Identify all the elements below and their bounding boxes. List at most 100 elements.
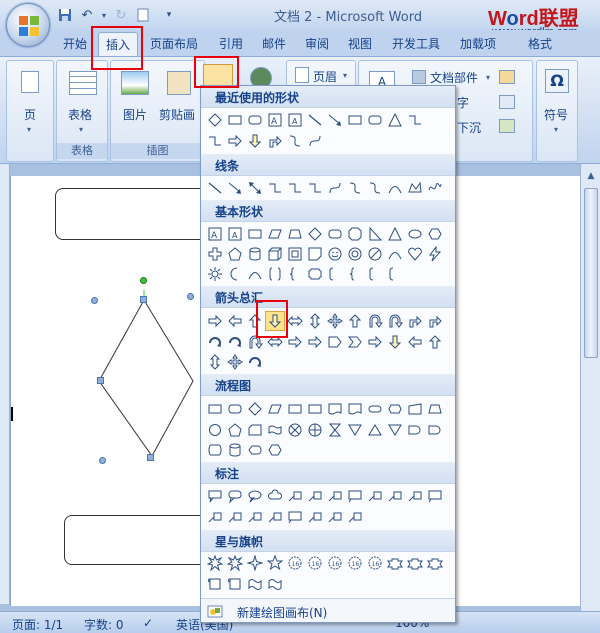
shape-vtext-icon[interactable]: A (285, 110, 305, 130)
shape-cloud-icon[interactable] (265, 486, 285, 506)
shape-scurve-icon[interactable] (365, 178, 385, 198)
shape-burst-icon[interactable] (205, 553, 225, 573)
office-button[interactable] (6, 3, 50, 47)
shape-rrect-icon[interactable] (365, 110, 385, 130)
shape-bent-icon[interactable] (265, 131, 285, 151)
shape-vtext-icon[interactable]: A (225, 224, 245, 244)
shape-term-icon[interactable] (365, 399, 385, 419)
shape-bracket-icon[interactable] (365, 264, 385, 284)
shape-scurve-icon[interactable] (345, 178, 365, 198)
shape-arrLR-icon[interactable] (265, 332, 285, 352)
shape-lcallout-icon[interactable] (285, 486, 305, 506)
proofing-icon[interactable]: ✓ (143, 616, 153, 630)
shape-scurve-icon[interactable] (285, 131, 305, 151)
shape-line-icon[interactable] (205, 178, 225, 198)
shape-arrD-icon[interactable] (245, 131, 265, 151)
shape-rrect-icon[interactable] (225, 399, 245, 419)
shape-arrD-icon[interactable] (385, 332, 405, 352)
shape-qcallout-icon[interactable] (345, 486, 365, 506)
header-button-label[interactable]: 页眉 (313, 68, 337, 85)
undo-dropdown-icon[interactable]: ▾ (100, 6, 108, 24)
status-words[interactable]: 字数: 0 (84, 616, 124, 633)
shape-delay-icon[interactable] (405, 420, 425, 440)
tab-view[interactable]: 视图 (348, 35, 372, 52)
shape-ribbon-icon[interactable] (405, 553, 425, 573)
shape-lcallout-icon[interactable] (225, 507, 245, 527)
shape-dbracket-icon[interactable] (265, 264, 285, 284)
shape-scribble-icon[interactable] (425, 178, 445, 198)
tab-home[interactable]: 开始 (63, 35, 87, 52)
shape-extract-icon[interactable] (365, 420, 385, 440)
shape-rrect-icon[interactable] (245, 110, 265, 130)
shape-seal-icon[interactable]: 16 (345, 553, 365, 573)
shape-brace-icon[interactable] (345, 264, 365, 284)
shape-arrR-icon[interactable] (205, 311, 225, 331)
shapes-button[interactable] (203, 64, 233, 86)
shape-cyl-icon[interactable] (245, 244, 265, 264)
shape-merge-icon[interactable] (385, 420, 405, 440)
shape-uturn-icon[interactable] (365, 311, 385, 331)
shape-pentArr-icon[interactable] (325, 332, 345, 352)
shape-lcallout-icon[interactable] (345, 507, 365, 527)
new-drawing-canvas-item[interactable]: 新建绘图画布(N) (201, 598, 455, 622)
shape-curve-icon[interactable] (305, 131, 325, 151)
quickparts-button-label[interactable]: 文档部件 (430, 69, 478, 86)
shape-heart-icon[interactable] (405, 244, 425, 264)
vertical-scrollbar[interactable]: ▲ (580, 164, 600, 611)
shape-hex-icon[interactable] (425, 224, 445, 244)
shape-moon-icon[interactable] (225, 264, 245, 284)
shape-cube-icon[interactable] (265, 244, 285, 264)
shape-lcallout-icon[interactable] (325, 486, 345, 506)
shape-elbow-icon[interactable] (285, 178, 305, 198)
shape-rcallout-icon[interactable] (225, 486, 245, 506)
shape-callout-icon[interactable] (205, 486, 225, 506)
shape-seal-icon[interactable]: 16 (325, 553, 345, 573)
tab-insert[interactable]: 插入 (98, 32, 139, 56)
shape-arc-icon[interactable] (385, 244, 405, 264)
shape-diamond-icon[interactable] (245, 399, 265, 419)
shape-scroll-icon[interactable] (225, 574, 245, 594)
chevron-down-icon[interactable]: ▾ (343, 71, 347, 80)
shape-seal-icon[interactable]: 16 (365, 553, 385, 573)
chevron-down-icon[interactable]: ▾ (79, 125, 83, 134)
shape-arrR-icon[interactable] (365, 332, 385, 352)
shape-arrR-icon[interactable] (225, 131, 245, 151)
shape-arrR-icon[interactable] (285, 332, 305, 352)
redo-icon[interactable]: ↻ (112, 6, 130, 24)
shape-textbox-icon[interactable]: A (265, 110, 285, 130)
shape-oct-icon[interactable] (345, 224, 365, 244)
shape-oval-icon[interactable] (405, 224, 425, 244)
shape-merge-icon[interactable] (345, 420, 365, 440)
shape-para-icon[interactable] (265, 399, 285, 419)
shape-bent-icon[interactable] (405, 311, 425, 331)
chevron-down-icon[interactable]: ▾ (486, 73, 490, 82)
shape-arrU-icon[interactable] (425, 332, 445, 352)
shape-frame-icon[interactable] (285, 244, 305, 264)
shape-free-icon[interactable] (405, 178, 425, 198)
resize-handle-left[interactable] (97, 377, 104, 384)
shape-arrL-icon[interactable] (405, 332, 425, 352)
chevron-down-icon[interactable]: ▾ (554, 125, 558, 134)
shape-lcallout-icon[interactable] (305, 486, 325, 506)
diamond-shape[interactable] (93, 286, 203, 456)
tab-review[interactable]: 审阅 (305, 35, 329, 52)
shape-lcallout-icon[interactable] (405, 486, 425, 506)
shape-lcallout-icon[interactable] (205, 507, 225, 527)
shape-rect-icon[interactable] (225, 110, 245, 130)
shape-doc-icon[interactable] (345, 399, 365, 419)
shape-cyl-icon[interactable] (225, 440, 245, 460)
rotation-handle[interactable] (140, 277, 147, 284)
shape-para-icon[interactable] (265, 224, 285, 244)
shape-lcallout-icon[interactable] (365, 486, 385, 506)
shape-lcallout-icon[interactable] (265, 507, 285, 527)
shape-ribbon-icon[interactable] (385, 553, 405, 573)
shape-trap-icon[interactable] (285, 224, 305, 244)
shape-lcallout-icon[interactable] (305, 507, 325, 527)
shape-disk-icon[interactable] (205, 440, 225, 460)
shape-arrUD-icon[interactable] (305, 311, 325, 331)
shape-elbow-icon[interactable] (205, 131, 225, 151)
shape-arrUD-icon[interactable] (205, 352, 225, 372)
save-icon[interactable] (56, 6, 74, 24)
flowchart-rounded-rect-top[interactable] (55, 188, 215, 240)
tab-developer[interactable]: 开发工具 (392, 35, 440, 52)
